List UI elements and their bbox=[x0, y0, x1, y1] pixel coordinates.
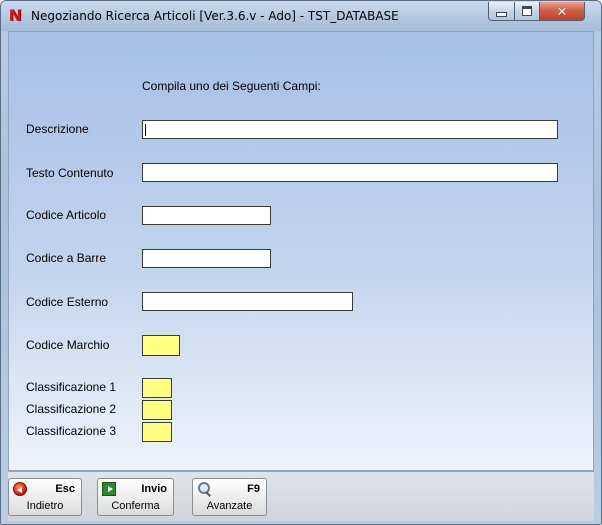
testo-contenuto-label: Testo Contenuto bbox=[26, 166, 114, 180]
descrizione-input[interactable] bbox=[142, 120, 558, 139]
classificazione-1-label: Classificazione 1 bbox=[26, 380, 117, 394]
codice-barre-label: Codice a Barre bbox=[26, 251, 107, 265]
main-window: N Negoziando Ricerca Articoli [Ver.3.6.v… bbox=[0, 0, 602, 525]
close-button[interactable]: ✕ bbox=[539, 2, 585, 21]
testo-contenuto-input[interactable] bbox=[142, 163, 558, 182]
magnifier-handle bbox=[205, 491, 211, 497]
form-heading: Compila uno dei Seguenti Campi: bbox=[142, 79, 321, 93]
maximize-button[interactable] bbox=[514, 2, 540, 21]
enter-arrow-icon bbox=[102, 482, 116, 496]
classificazione-3-input[interactable] bbox=[142, 422, 172, 442]
window-title: Negoziando Ricerca Articoli [Ver.3.6.v -… bbox=[31, 9, 399, 23]
magnifier-icon bbox=[197, 482, 211, 497]
classificazione-1-input[interactable] bbox=[142, 378, 172, 398]
advanced-button[interactable]: F9 Avanzate bbox=[192, 478, 267, 516]
codice-articolo-label: Codice Articolo bbox=[26, 208, 107, 222]
codice-esterno-label: Codice Esterno bbox=[26, 295, 109, 309]
back-arrow-icon bbox=[13, 482, 27, 496]
bottom-toolbar: Esc Indietro Invio Conferma F9 Avanzate bbox=[8, 471, 594, 521]
codice-esterno-input[interactable] bbox=[142, 292, 353, 311]
back-label: Indietro bbox=[26, 500, 64, 512]
codice-barre-input[interactable] bbox=[142, 249, 271, 268]
minimize-button[interactable] bbox=[488, 2, 515, 21]
advanced-shortcut: F9 bbox=[247, 483, 260, 495]
close-icon: ✕ bbox=[556, 3, 568, 19]
codice-marchio-label: Codice Marchio bbox=[26, 338, 110, 352]
codice-articolo-input[interactable] bbox=[142, 206, 271, 225]
app-logo-icon: N bbox=[9, 6, 22, 25]
back-shortcut: Esc bbox=[55, 483, 75, 495]
classificazione-2-input[interactable] bbox=[142, 400, 172, 420]
advanced-label: Avanzate bbox=[206, 500, 253, 512]
codice-marchio-input[interactable] bbox=[142, 335, 180, 356]
descrizione-label: Descrizione bbox=[26, 122, 89, 136]
text-cursor bbox=[145, 124, 146, 136]
confirm-shortcut: Invio bbox=[141, 483, 167, 495]
minimize-icon bbox=[496, 12, 507, 17]
confirm-button[interactable]: Invio Conferma bbox=[97, 478, 174, 516]
classificazione-3-label: Classificazione 3 bbox=[26, 424, 117, 438]
search-form-panel: Compila uno dei Seguenti Campi: Descrizi… bbox=[8, 31, 594, 471]
maximize-icon bbox=[522, 6, 532, 16]
confirm-label: Conferma bbox=[111, 500, 160, 512]
title-bar[interactable]: N Negoziando Ricerca Articoli [Ver.3.6.v… bbox=[1, 1, 601, 31]
back-button[interactable]: Esc Indietro bbox=[8, 478, 82, 516]
classificazione-2-label: Classificazione 2 bbox=[26, 402, 117, 416]
